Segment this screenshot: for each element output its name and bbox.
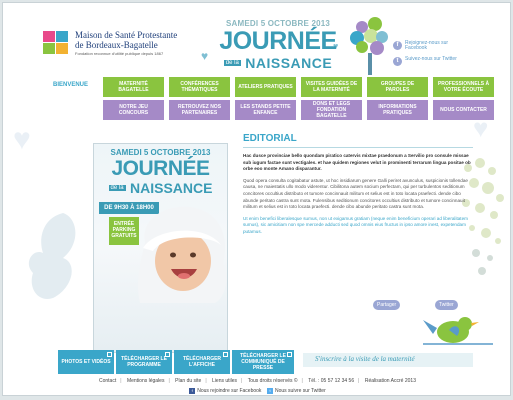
header-facebook-link[interactable]: f Rejoignez-nous sur Facebook — [393, 41, 503, 55]
footer: Contact | Mentions légales | Plan du site |… — [3, 375, 510, 395]
bottom-actions: PHOTOS ET VIDÉOS TÉLÉCHARGER LE PROGRAMM… — [58, 350, 318, 374]
nav-groupes[interactable]: GROUPES DE PAROLES — [367, 77, 428, 97]
event-poster[interactable]: SAMEDI 5 OCTOBRE 2013 JOURNÉE de la NAIS… — [93, 143, 228, 363]
editorial-paragraph-1: Hac dusce provinciae bello quondam pirat… — [243, 153, 471, 172]
header-facebook-label: Rejoignez-nous sur Facebook — [405, 40, 449, 51]
header-twitter-link[interactable]: t Suivez-nous sur Twitter — [393, 57, 503, 71]
photos-videos-button[interactable]: PHOTOS ET VIDÉOS — [58, 350, 114, 374]
baby-photo — [137, 206, 227, 303]
footer-facebook-link[interactable]: f Nous rejoindre sur Facebook — [189, 388, 261, 394]
event-title-word1: JOURNÉE — [219, 27, 337, 55]
event-title-de: de la — [223, 59, 241, 66]
poster-title-de: de la — [108, 184, 126, 191]
footer-contact-link[interactable]: Contact — [99, 378, 116, 384]
page: ♥ ♥ Maison de Santé Protestante de Borde… — [2, 2, 511, 396]
poster-date: SAMEDI 5 OCTOBRE 2013 — [110, 148, 211, 157]
download-icon — [223, 352, 228, 357]
logo-icon[interactable] — [43, 31, 69, 55]
header-social: f Rejoignez-nous sur Facebook t Suivez-n… — [393, 41, 503, 73]
download-communique-button[interactable]: TÉLÉCHARGER LE COMMUNIQUÉ DE PRESSE — [232, 350, 294, 374]
nav-maternite[interactable]: MATERNITÉ BAGATELLE — [103, 77, 164, 97]
footer-phone: Tél. : 05 57 12 34 56 — [308, 378, 355, 384]
signup-visit-link[interactable]: S'inscrire à la visite de la maternité — [315, 355, 415, 363]
logo-line1: Maison de Santé Protestante — [75, 30, 178, 40]
download-icon — [107, 352, 112, 357]
nav-contact[interactable]: NOUS CONTACTER — [433, 100, 494, 120]
nav-row-2: NOTRE JEU CONCOURS RETROUVEZ NOS PARTENA… — [103, 100, 503, 120]
footer-plan-link[interactable]: Plan du site — [175, 378, 201, 384]
bird-illustration — [423, 317, 493, 345]
nav-stands[interactable]: LES STANDS PETITE ENFANCE — [235, 100, 296, 120]
tree-logo-icon — [348, 17, 392, 77]
nav-visites[interactable]: VISITES GUIDÉES DE LA MATERNITÉ — [301, 77, 362, 97]
nav-partenaires[interactable]: RETROUVEZ NOS PARTENAIRES — [169, 100, 230, 120]
editorial-title: EDITORIAL — [243, 133, 473, 148]
download-programme-button[interactable]: TÉLÉCHARGER LE PROGRAMME — [116, 350, 172, 374]
download-icon — [165, 352, 170, 357]
footer-twitter-link[interactable]: t Nous suivre sur Twitter — [267, 388, 326, 394]
twitter-icon: t — [267, 388, 273, 394]
editorial-section: EDITORIAL Hac dusce provinciae bello quo… — [243, 133, 473, 241]
nav-jeu-concours[interactable]: NOTRE JEU CONCOURS — [103, 100, 164, 120]
nav-row-1: MATERNITÉ BAGATELLE CONFÉRENCES THÉMATIQ… — [103, 77, 503, 97]
logo-text[interactable]: Maison de Santé Protestante de Bordeaux-… — [75, 30, 205, 56]
editorial-paragraph-2: Quod opera consulta cogitabatur astute, … — [243, 177, 468, 210]
nav-informations[interactable]: INFORMATIONS PRATIQUES — [367, 100, 428, 120]
squirrel-illustration — [28, 213, 76, 299]
share-facebook-button[interactable]: Partager — [373, 300, 401, 310]
nav-conferences[interactable]: CONFÉRENCES THÉMATIQUES — [169, 77, 230, 97]
footer-social: f Nous rejoindre sur Facebook t Nous suivr… — [3, 388, 510, 394]
download-affiche-button[interactable]: TÉLÉCHARGER L'AFFICHE — [174, 350, 230, 374]
download-icon — [287, 352, 292, 357]
facebook-icon: f — [189, 388, 196, 394]
heart-icon: ♥ — [201, 49, 209, 63]
logo-line2: de Bordeaux-Bagatelle — [75, 40, 158, 50]
twitter-icon: t — [393, 57, 402, 66]
footer-links: Contact | Mentions légales | Plan du site |… — [99, 378, 416, 384]
footer-copyright: Tous droits réservés © — [247, 378, 298, 384]
nav-professionnels[interactable]: PROFESSIONNELS À VOTRE ÉCOUTE — [433, 77, 494, 97]
header: Maison de Santé Protestante de Bordeaux-… — [3, 3, 510, 79]
nav-ateliers[interactable]: ATELIERS PRATIQUES — [235, 77, 296, 97]
editorial-paragraph-3: Ut enim benefici liberalesque sumus, non… — [243, 215, 468, 234]
heart-decoration: ♥ — [13, 123, 31, 156]
logo-tagline: Fondation reconnue d'utilité publique de… — [75, 51, 164, 56]
footer-liens-link[interactable]: Liens utiles — [212, 378, 237, 384]
header-twitter-label: Suivez-nous sur Twitter — [405, 56, 457, 62]
poster-title-word1: JOURNÉE — [111, 157, 210, 180]
footer-credits: Réalisation Accré 2013 — [364, 378, 416, 384]
nav-dons-legs[interactable]: DONS ET LEGS FONDATION BAGATELLE — [301, 100, 362, 120]
event-title: SAMEDI 5 OCTOBRE 2013 JOURNÉE de la NAIS… — [213, 19, 343, 71]
facebook-icon: f — [393, 41, 402, 50]
event-title-word2: NAISSANCE — [245, 54, 333, 71]
nav-home-link[interactable]: BIENVENUE — [53, 82, 88, 88]
poster-title-word2: NAISSANCE — [130, 179, 213, 196]
footer-mentions-link[interactable]: Mentions légales — [127, 378, 165, 384]
